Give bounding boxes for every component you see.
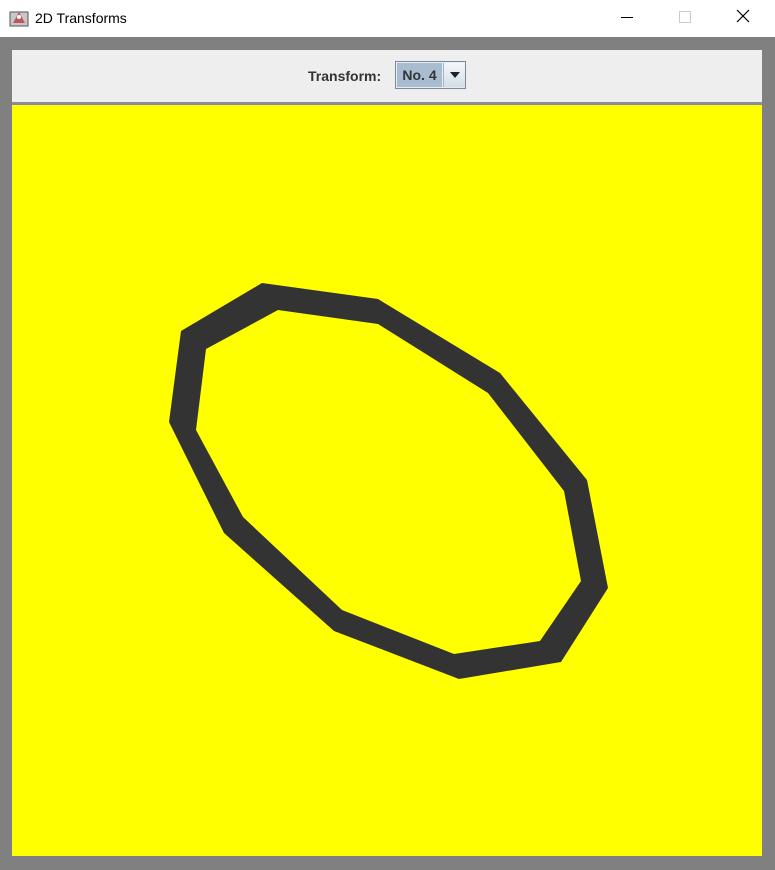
- title-bar[interactable]: 2D Transforms: [0, 0, 775, 37]
- maximize-icon: [679, 10, 691, 28]
- minimize-icon: [621, 10, 633, 28]
- window-title: 2D Transforms: [35, 10, 127, 26]
- transform-toolbar: Transform: No. 4: [12, 50, 762, 105]
- transform-dropdown[interactable]: No. 4: [395, 61, 466, 89]
- java-app-icon: [9, 9, 29, 27]
- transform-selected-value[interactable]: No. 4: [397, 63, 442, 87]
- app-window: 2D Transforms Transform: No. 4: [0, 0, 775, 870]
- maximize-button: [656, 0, 714, 37]
- drawing-canvas: [12, 105, 762, 856]
- transform-label: Transform:: [308, 68, 382, 84]
- close-button[interactable]: [714, 0, 772, 37]
- minimize-button[interactable]: [598, 0, 656, 37]
- polygon-outline: [169, 283, 608, 679]
- transformed-shape: [169, 283, 608, 679]
- chevron-down-icon[interactable]: [443, 63, 465, 87]
- close-icon: [736, 9, 750, 28]
